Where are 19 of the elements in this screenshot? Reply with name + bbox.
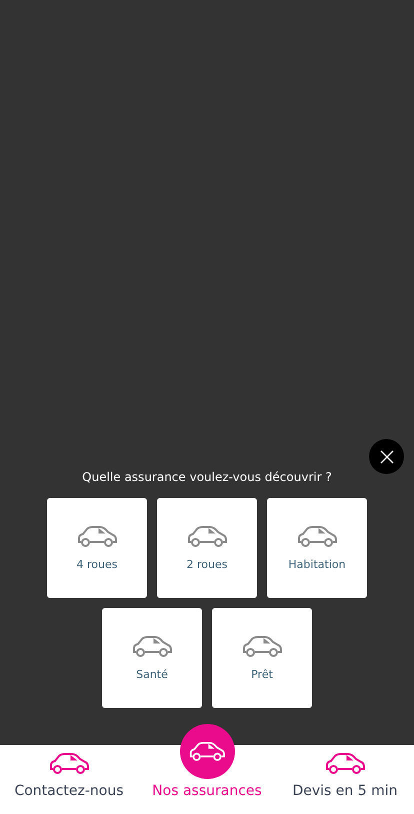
car-icon xyxy=(77,526,117,548)
car-icon xyxy=(189,742,225,762)
car-icon xyxy=(187,526,227,548)
insurance-card[interactable]: Habitation xyxy=(267,498,367,598)
insurance-card[interactable]: 4 roues xyxy=(47,498,147,598)
car-icon xyxy=(297,526,337,548)
car-icon xyxy=(242,636,282,658)
close-button[interactable] xyxy=(369,439,404,474)
nav-tab[interactable]: Contactez-nous xyxy=(14,753,124,814)
insurance-card[interactable]: 2 roues xyxy=(157,498,257,598)
car-icon xyxy=(132,636,172,658)
car-icon xyxy=(324,753,365,775)
question-text: Quelle assurance voulez-vous découvrir ? xyxy=(81,469,333,486)
close-icon xyxy=(380,450,394,464)
insurance-card[interactable]: Santé xyxy=(102,608,202,708)
insurance-card[interactable]: Prêt xyxy=(212,608,312,708)
nav-tab[interactable]: Devis en 5 min xyxy=(292,753,398,814)
car-icon xyxy=(49,753,89,775)
nav-tab[interactable]: Nos assurances xyxy=(152,781,262,814)
